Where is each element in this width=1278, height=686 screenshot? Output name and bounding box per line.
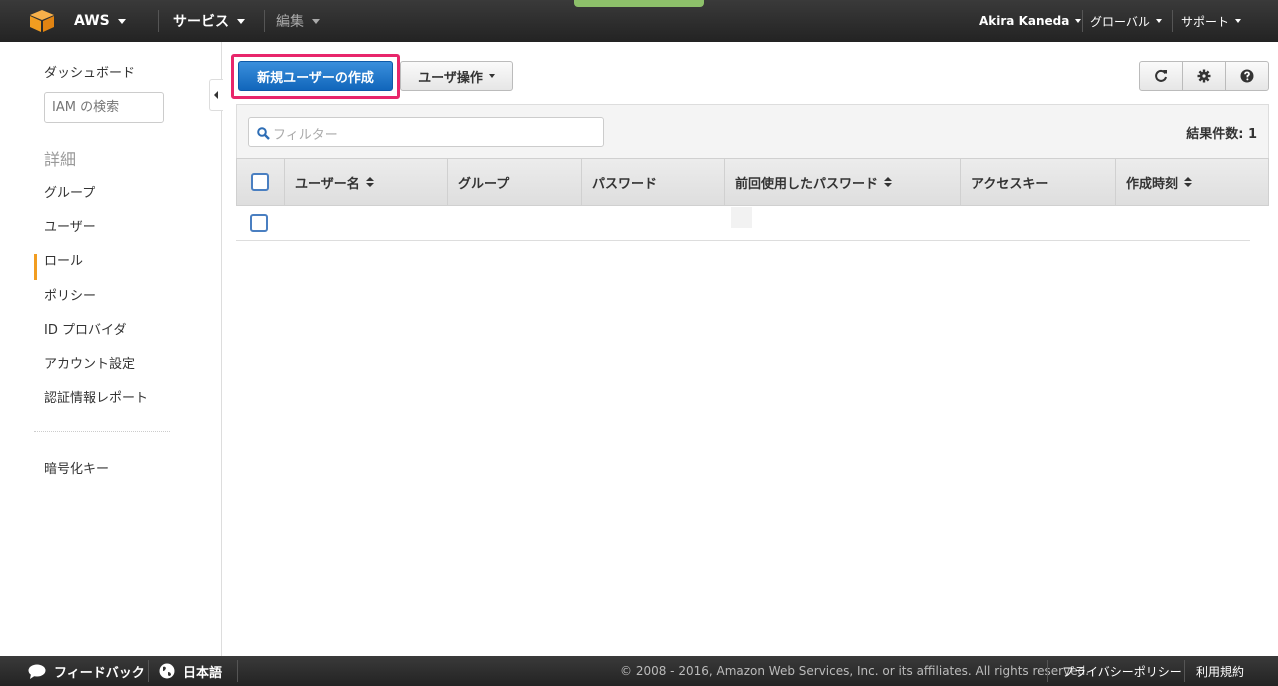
column-header-password-last-used[interactable]: 前回使用したパスワード [724, 159, 960, 205]
services-label: サービス [173, 14, 229, 30]
chevron-down-icon [1235, 19, 1242, 23]
language-label: 日本語 [183, 665, 223, 681]
help-icon [1240, 69, 1254, 83]
edit-label: 編集 [276, 14, 304, 30]
row-divider [236, 240, 1250, 241]
footer-divider [148, 660, 149, 682]
help-button[interactable] [1225, 61, 1269, 91]
aws-logo-icon[interactable] [30, 10, 54, 32]
settings-button[interactable] [1182, 61, 1226, 91]
column-label: ユーザー名 [295, 176, 360, 192]
chevron-down-icon [312, 18, 320, 24]
region-menu[interactable]: グローバル [1090, 0, 1162, 42]
sidebar-divider [34, 431, 170, 432]
nav-divider [1082, 10, 1083, 32]
sidebar-item-groups[interactable]: グループ [44, 182, 95, 201]
sidebar-item-credential-report[interactable]: 認証情報レポート [44, 387, 148, 406]
user-actions-button[interactable]: ユーザ操作 [400, 61, 513, 91]
search-icon [257, 127, 270, 140]
filter-bar: フィルター 結果件数: 1 [236, 104, 1269, 158]
sidebar: ダッシュボード 詳細 グループ ユーザー ロール ポリシー ID プロバイダ ア… [0, 42, 222, 656]
select-all-checkbox[interactable] [251, 173, 269, 191]
column-label: アクセスキー [971, 176, 1049, 192]
user-actions-label: ユーザ操作 [418, 70, 483, 86]
sidebar-item-users[interactable]: ユーザー [44, 216, 96, 235]
aws-menu[interactable]: AWS [74, 0, 126, 42]
column-header-creation-time[interactable]: 作成時刻 [1115, 159, 1268, 205]
collapse-sidebar-button[interactable] [209, 79, 223, 111]
column-label: 前回使用したパスワード [735, 176, 879, 192]
user-menu[interactable]: Akira Kaneda [979, 0, 1082, 42]
edit-menu[interactable]: 編集 [276, 0, 320, 42]
filter-input[interactable]: フィルター [248, 117, 604, 147]
nav-divider [264, 10, 265, 32]
column-header-groups[interactable]: グループ [447, 159, 581, 205]
nav-divider [1172, 10, 1173, 32]
brand-label: AWS [74, 13, 110, 29]
chevron-down-icon [237, 18, 245, 24]
footer-divider [1184, 660, 1185, 682]
table-header: ユーザー名 グループ パスワード 前回使用したパスワード アクセスキー 作成時刻 [236, 158, 1269, 206]
column-header-password[interactable]: パスワード [581, 159, 724, 205]
active-item-marker [34, 254, 37, 280]
sidebar-item-dashboard[interactable]: ダッシュボード [44, 62, 135, 81]
footer-divider [237, 660, 238, 682]
create-user-button[interactable]: 新規ユーザーの作成 [238, 61, 393, 91]
column-label: グループ [458, 176, 510, 192]
refresh-button[interactable] [1139, 61, 1183, 91]
user-name: Akira Kaneda [979, 14, 1070, 28]
support-menu[interactable]: サポート [1181, 0, 1242, 42]
row-checkbox[interactable] [250, 214, 268, 232]
refresh-icon [1155, 69, 1167, 82]
column-label: 作成時刻 [1126, 176, 1179, 192]
iam-search-input[interactable] [44, 92, 164, 123]
chevron-down-icon [1075, 19, 1082, 23]
services-menu[interactable]: サービス [173, 0, 245, 42]
nav-accent-bar [574, 0, 704, 7]
copyright-text: © 2008 - 2016, Amazon Web Services, Inc.… [620, 664, 1090, 678]
sort-icon [1184, 177, 1193, 187]
chevron-left-icon [214, 91, 218, 99]
chevron-down-icon [117, 18, 126, 24]
nav-divider [158, 10, 159, 32]
sidebar-section-heading: 詳細 [44, 150, 77, 169]
table-row[interactable] [731, 207, 752, 228]
feedback-label: フィードバック [54, 665, 145, 681]
privacy-policy-link[interactable]: プライバシーポリシー [1062, 656, 1182, 686]
sidebar-item-roles[interactable]: ロール [44, 250, 83, 269]
column-label: パスワード [592, 176, 658, 192]
gear-icon [1197, 69, 1211, 83]
terms-link[interactable]: 利用規約 [1196, 656, 1244, 686]
sidebar-item-identity-providers[interactable]: ID プロバイダ [44, 319, 126, 338]
speech-bubble-icon [28, 664, 46, 679]
sort-icon [365, 177, 374, 187]
sidebar-item-account-settings[interactable]: アカウント設定 [44, 353, 135, 372]
feedback-link[interactable]: フィードバック [28, 656, 145, 686]
footer: フィードバック 日本語 © 2008 - 2016, Amazon Web Se… [0, 656, 1278, 686]
chevron-down-icon [1155, 19, 1162, 23]
top-nav: AWS サービス 編集 Akira Kaneda グローバル サポート [0, 0, 1278, 42]
column-header-username[interactable]: ユーザー名 [284, 159, 447, 205]
globe-icon [159, 663, 175, 679]
chevron-down-icon [488, 74, 495, 78]
region-label: グローバル [1090, 14, 1150, 29]
filter-placeholder: フィルター [273, 128, 338, 143]
column-header-access-keys[interactable]: アクセスキー [960, 159, 1115, 205]
footer-divider [1047, 660, 1048, 682]
sort-icon [884, 177, 893, 187]
support-label: サポート [1181, 14, 1230, 29]
sidebar-item-encryption-keys[interactable]: 暗号化キー [44, 458, 109, 477]
language-selector[interactable]: 日本語 [159, 656, 222, 686]
sidebar-item-policies[interactable]: ポリシー [44, 285, 96, 304]
result-count: 結果件数: 1 [1186, 127, 1257, 142]
